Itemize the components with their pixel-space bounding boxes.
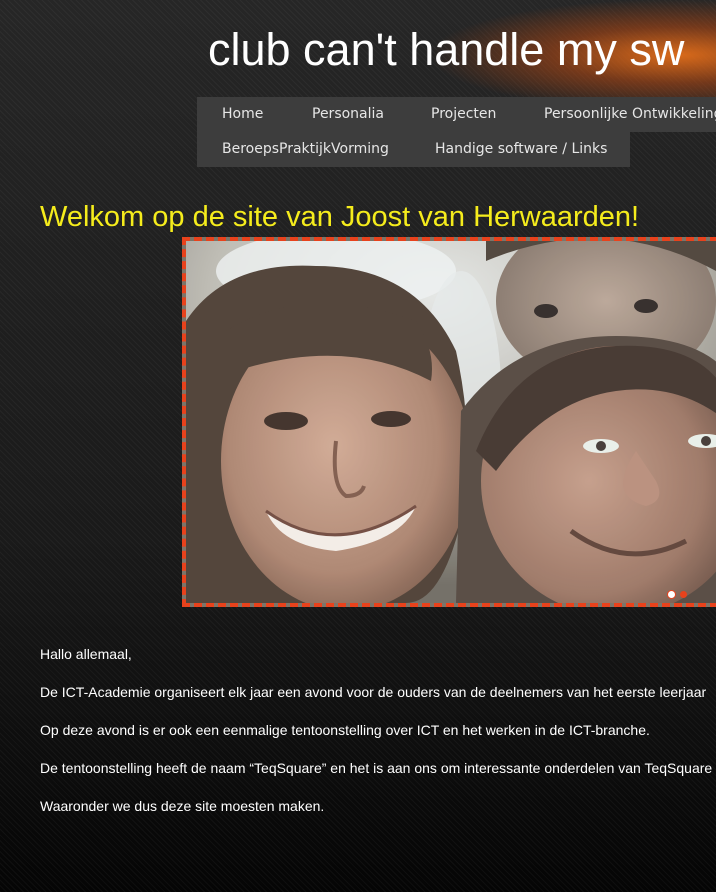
paragraph: De ICT-Academie organiseert elk jaar een… xyxy=(40,684,707,700)
photo-slideshow[interactable] xyxy=(182,237,716,607)
nav-row-1: Home Personalia Projecten Persoonlijke O… xyxy=(197,97,716,132)
slideshow-photo xyxy=(186,241,716,603)
nav-item-persoonlijke-ontwikkeling[interactable]: Persoonlijke Ontwikkeling xyxy=(544,97,716,132)
nav-item-beroepspraktijkvorming[interactable]: BeroepsPraktijkVorming xyxy=(222,132,389,167)
paragraph-greeting: Hallo allemaal, xyxy=(40,646,132,662)
paragraph: Waaronder we dus deze site moesten maken… xyxy=(40,798,325,814)
nav-row-2: BeroepsPraktijkVorming Handige software … xyxy=(197,132,630,167)
paragraph: Op deze avond is er ook een eenmalige te… xyxy=(40,722,650,738)
nav-item-home[interactable]: Home xyxy=(222,97,263,132)
nav-item-personalia[interactable]: Personalia xyxy=(312,97,384,132)
nav-item-handige-software-links[interactable]: Handige software / Links xyxy=(435,132,607,167)
nav-item-projecten[interactable]: Projecten xyxy=(431,97,496,132)
paragraph: De tentoonstelling heeft de naam “TeqSqu… xyxy=(40,760,713,776)
intro-text: Hallo allemaal, De ICT-Academie organise… xyxy=(40,640,716,830)
main-nav: Home Personalia Projecten Persoonlijke O… xyxy=(197,97,716,167)
slide-dot-1[interactable] xyxy=(668,591,675,598)
slide-dot-2[interactable] xyxy=(680,591,687,598)
site-title: club can't handle my sw xyxy=(208,24,685,75)
welcome-heading: Welkom op de site van Joost van Herwaard… xyxy=(40,201,640,233)
